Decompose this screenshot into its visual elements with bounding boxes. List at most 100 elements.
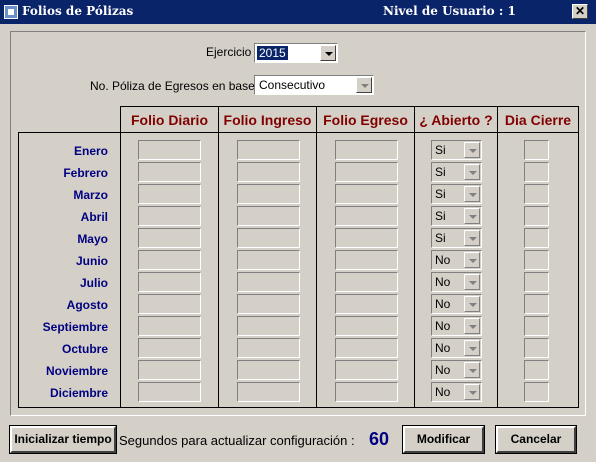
folio-diario-input[interactable] [138,316,201,336]
abierto-select[interactable]: Si [431,206,482,226]
abierto-select[interactable]: No [431,294,482,314]
folio-diario-input[interactable] [138,382,201,402]
folio-ingreso-input[interactable] [237,250,300,270]
abierto-select[interactable]: Si [431,140,482,160]
folio-diario-input[interactable] [138,294,201,314]
header-folio-egreso: Folio Egreso [316,106,415,133]
chevron-down-icon[interactable] [464,340,480,356]
dia-cierre-input[interactable] [524,272,549,292]
abierto-value: No [435,385,451,399]
dia-cierre-input[interactable] [524,206,549,226]
abierto-select[interactable]: No [431,338,482,358]
dia-cierre-input[interactable] [524,360,549,380]
abierto-value: Si [435,187,446,201]
close-button[interactable]: ✕ [572,4,588,19]
month-label: Junio [76,254,108,268]
ejercicio-select[interactable]: 2015 [254,43,338,63]
folio-egreso-input[interactable] [335,316,398,336]
folio-egreso-input[interactable] [335,250,398,270]
folio-egreso-input[interactable] [335,382,398,402]
chevron-down-icon[interactable] [464,384,480,400]
abierto-value: No [435,363,451,377]
folio-ingreso-input[interactable] [237,272,300,292]
folio-ingreso-input[interactable] [237,382,300,402]
dia-cierre-input[interactable] [524,316,549,336]
abierto-select[interactable]: Si [431,228,482,248]
window-title: Folios de Pólizas [22,4,134,18]
chevron-down-icon[interactable] [464,142,480,158]
abierto-select[interactable]: No [431,250,482,270]
month-label: Febrero [63,166,108,180]
abierto-select[interactable]: No [431,360,482,380]
chevron-down-icon[interactable] [464,318,480,334]
dia-cierre-input[interactable] [524,184,549,204]
folio-ingreso-input[interactable] [237,140,300,160]
abierto-select[interactable]: Si [431,162,482,182]
folio-ingreso-input[interactable] [237,228,300,248]
chevron-down-icon[interactable] [464,208,480,224]
folio-ingreso-input[interactable] [237,206,300,226]
chevron-down-icon[interactable] [464,274,480,290]
chevron-down-icon[interactable] [356,77,372,93]
folio-egreso-input[interactable] [335,228,398,248]
chevron-down-icon[interactable] [320,45,336,61]
folio-egreso-input[interactable] [335,360,398,380]
cancel-button[interactable]: Cancelar [495,425,577,454]
folio-egreso-input[interactable] [335,294,398,314]
folio-diario-input[interactable] [138,250,201,270]
folio-diario-input[interactable] [138,184,201,204]
folio-diario-input[interactable] [138,162,201,182]
abierto-value: No [435,319,451,333]
folio-diario-input[interactable] [138,272,201,292]
abierto-value: Si [435,165,446,179]
chevron-down-icon[interactable] [464,362,480,378]
title-bar: Folios de Pólizas Nivel de Usuario : 1 ✕ [0,0,596,24]
dia-cierre-input[interactable] [524,250,549,270]
folio-egreso-input[interactable] [335,140,398,160]
folio-ingreso-input[interactable] [237,338,300,358]
chevron-down-icon[interactable] [464,230,480,246]
reset-time-button[interactable]: Inicializar tiempo [9,425,117,454]
folio-diario-input[interactable] [138,228,201,248]
app-icon [4,5,18,19]
modify-button[interactable]: Modificar [402,425,485,454]
chevron-down-icon[interactable] [464,252,480,268]
dia-cierre-input[interactable] [524,162,549,182]
egresos-label: No. Póliza de Egresos en base a : [90,79,272,93]
folio-egreso-input[interactable] [335,184,398,204]
month-label: Julio [79,276,108,290]
dia-cierre-input[interactable] [524,228,549,248]
chevron-down-icon[interactable] [464,164,480,180]
folio-egreso-input[interactable] [335,206,398,226]
dia-cierre-input[interactable] [524,382,549,402]
abierto-select[interactable]: No [431,272,482,292]
egresos-select[interactable]: Consecutivo [254,75,374,95]
folio-diario-input[interactable] [138,360,201,380]
month-label: Abril [80,210,108,224]
dia-cierre-input[interactable] [524,338,549,358]
folio-diario-input[interactable] [138,206,201,226]
egresos-value: Consecutivo [259,78,326,92]
folio-ingreso-input[interactable] [237,316,300,336]
chevron-down-icon[interactable] [464,296,480,312]
abierto-select[interactable]: No [431,382,482,402]
folio-ingreso-input[interactable] [237,360,300,380]
reset-time-label: Inicializar tiempo [14,432,112,446]
header-folio-ingreso: Folio Ingreso [218,106,317,133]
month-label: Enero [73,144,108,158]
ejercicio-value: 2015 [257,46,288,60]
abierto-select[interactable]: Si [431,184,482,204]
folio-egreso-input[interactable] [335,338,398,358]
folio-egreso-input[interactable] [335,162,398,182]
folio-egreso-input[interactable] [335,272,398,292]
abierto-select[interactable]: No [431,316,482,336]
folio-ingreso-input[interactable] [237,184,300,204]
folio-ingreso-input[interactable] [237,162,300,182]
folio-ingreso-input[interactable] [237,294,300,314]
dia-cierre-input[interactable] [524,140,549,160]
folio-diario-input[interactable] [138,338,201,358]
dia-cierre-input[interactable] [524,294,549,314]
folio-diario-input[interactable] [138,140,201,160]
month-label: Octubre [61,342,108,356]
chevron-down-icon[interactable] [464,186,480,202]
